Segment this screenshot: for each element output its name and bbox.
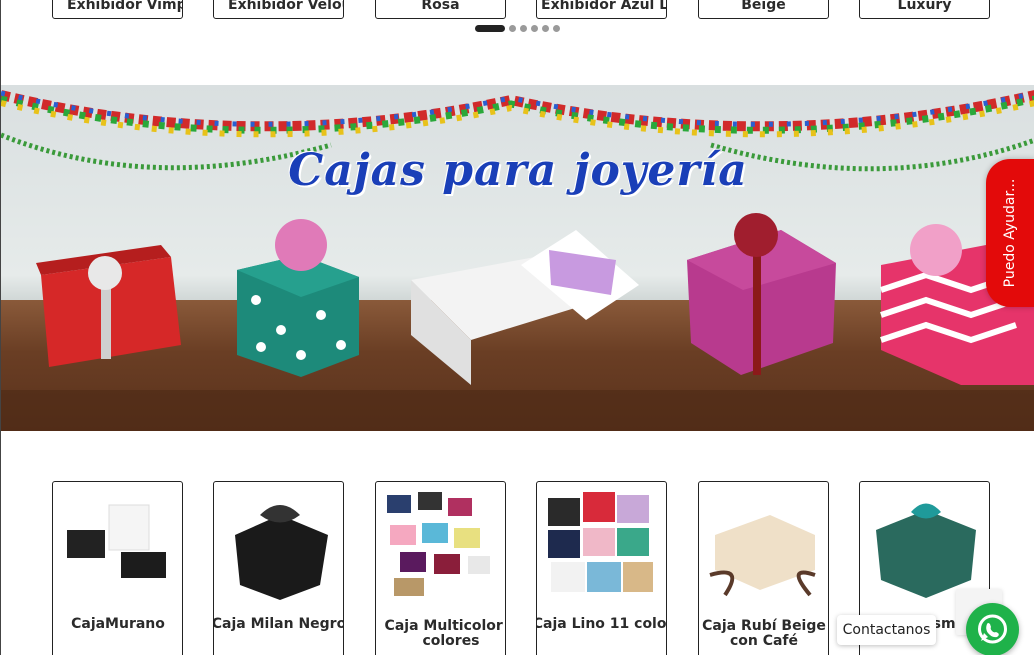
pagination-dot[interactable]	[531, 25, 538, 32]
pagination-dot-active[interactable]	[475, 25, 505, 32]
product-name: Caja Rubí Beige con Café	[702, 618, 826, 649]
top-card-3[interactable]: Rosa	[375, 0, 506, 19]
top-card-label: Exhibidor Azul La	[541, 0, 667, 13]
beige-box-image	[709, 515, 816, 597]
multicolor-boxes-image	[387, 492, 490, 596]
top-card-label: Exhibidor Vimpi	[67, 0, 183, 13]
help-chat-tab[interactable]: Puedo Ayudar...	[986, 159, 1034, 307]
product-name: CajaMurano	[71, 616, 165, 632]
pagination-dot[interactable]	[542, 25, 549, 32]
carousel-pagination	[475, 25, 560, 32]
product-card[interactable]: Caja Rubí Beige con Café	[698, 481, 829, 655]
page: Exhibidor Vimpi Exhibidor Velou Rosa Exh…	[0, 0, 1034, 655]
top-card-label: Beige	[741, 0, 786, 13]
product-card[interactable]: CajaMurano	[52, 481, 183, 655]
pagination-dot[interactable]	[509, 25, 516, 32]
top-carousel: Exhibidor Vimpi Exhibidor Velou Rosa Exh…	[1, 0, 1034, 40]
product-card[interactable]: Caja Lino 11 colores	[536, 481, 667, 655]
linen-boxes-image	[548, 492, 653, 592]
top-card-1[interactable]: Exhibidor Vimpi	[52, 0, 183, 19]
product-card[interactable]: Caja Milan Negro	[213, 481, 344, 655]
green-box-image	[876, 503, 976, 598]
top-card-6[interactable]: Luxury	[859, 0, 990, 19]
contact-label[interactable]: Contactanos	[837, 615, 936, 645]
whatsapp-icon	[978, 614, 1007, 644]
top-card-label: Rosa	[421, 0, 460, 13]
pagination-dot[interactable]	[520, 25, 527, 32]
whatsapp-button[interactable]	[966, 603, 1019, 655]
gift-boxes-image	[36, 213, 1034, 385]
product-name: Caja Milan Negro	[213, 616, 344, 632]
product-name: Caja Lino 11 colores	[536, 616, 667, 632]
product-card[interactable]: Caja Multicolor 5 colores	[375, 481, 506, 655]
hero-banner[interactable]: Cajas para joyería	[1, 85, 1034, 431]
product-name: Caja Multicolor 5 colores	[384, 618, 506, 649]
black-ribbon-box-image	[235, 505, 328, 600]
pagination-dot[interactable]	[553, 25, 560, 32]
black-gift-box-image	[67, 504, 166, 578]
top-card-label: Luxury	[897, 0, 952, 13]
top-card-4[interactable]: Exhibidor Azul La	[536, 0, 667, 19]
help-tab-label: Puedo Ayudar...	[1002, 178, 1018, 288]
top-card-5[interactable]: Beige	[698, 0, 829, 19]
top-card-label: Exhibidor Velou	[228, 0, 344, 13]
top-card-2[interactable]: Exhibidor Velou	[213, 0, 344, 19]
